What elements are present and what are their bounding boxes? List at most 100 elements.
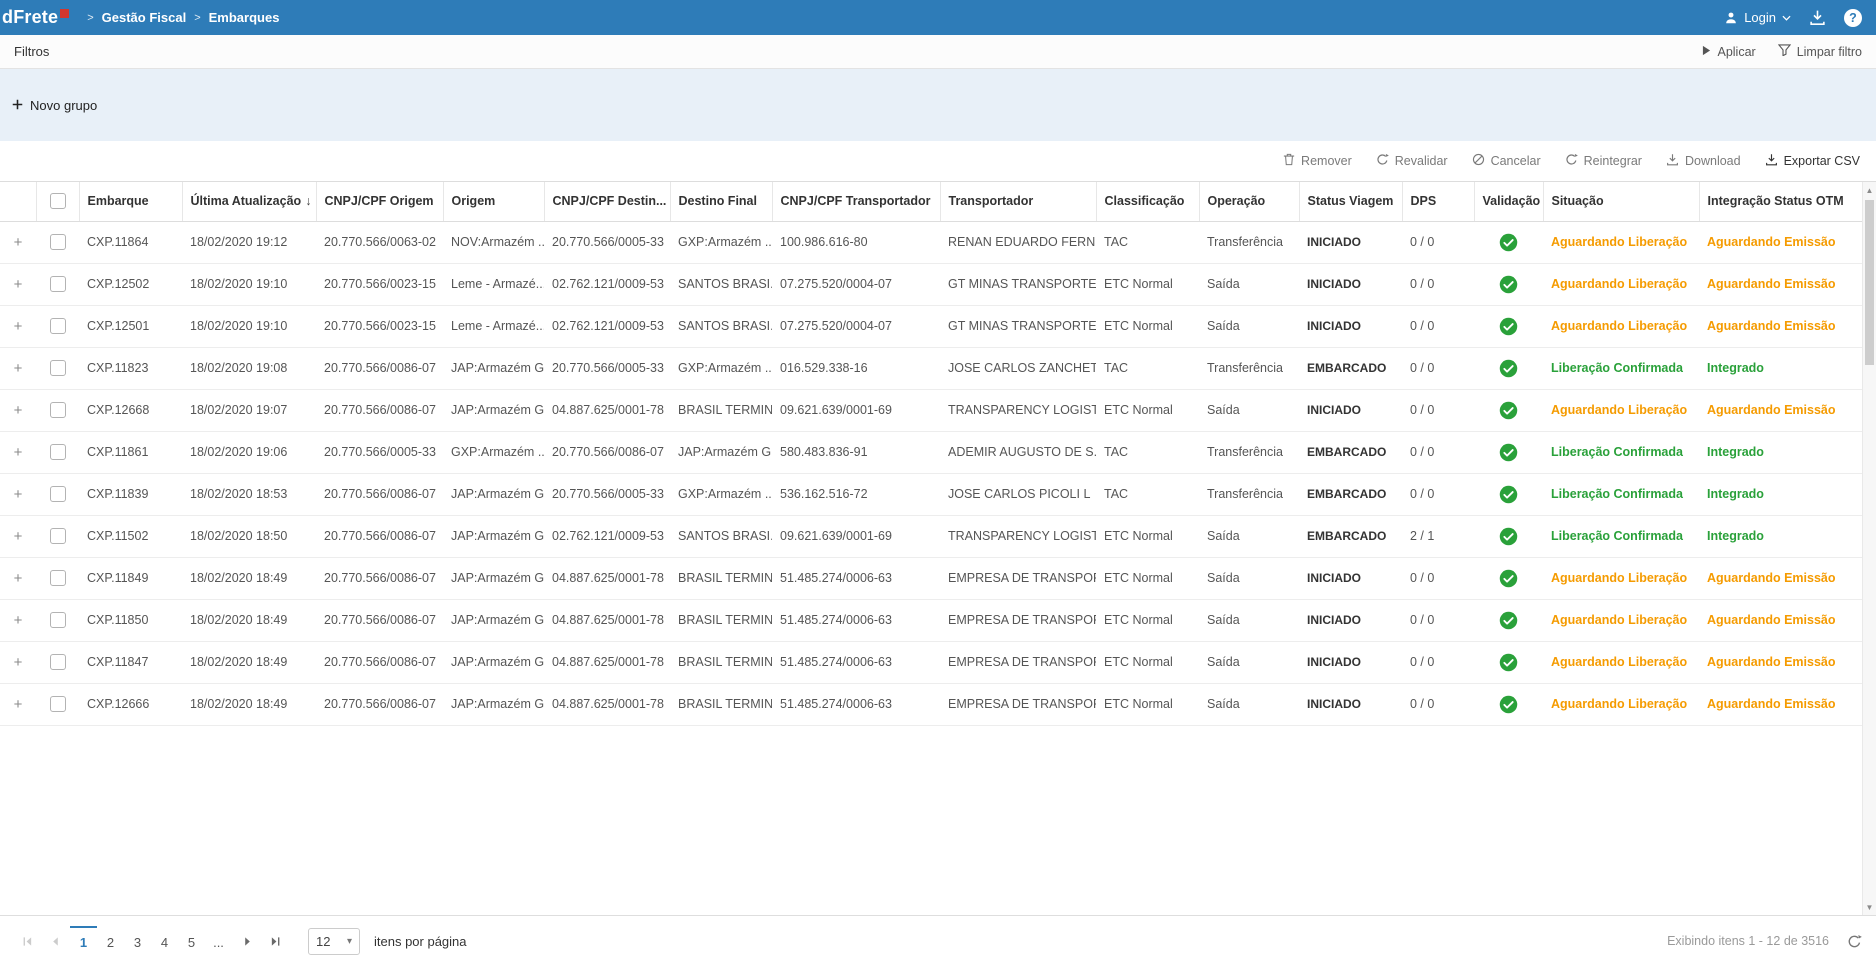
breadcrumb-item-embarques[interactable]: Embarques <box>209 10 280 25</box>
column-header-classificacao[interactable]: Classificação <box>1096 182 1199 221</box>
breadcrumb: >Gestão Fiscal>Embarques <box>79 10 279 25</box>
row-expand-button[interactable]: + <box>14 486 23 503</box>
toolbar-revalidar-button[interactable]: Revalidar <box>1376 153 1448 169</box>
pager-page-5[interactable]: 5 <box>178 926 205 956</box>
toolbar-reintegrar-button[interactable]: Reintegrar <box>1565 153 1642 169</box>
data-grid: EmbarqueÚltima Atualização↓CNPJ/CPF Orig… <box>0 181 1876 915</box>
cell-cnpj-transportador: 51.485.274/0006-63 <box>772 683 940 725</box>
page-size-select[interactable]: 12 ▾ <box>308 928 360 955</box>
apply-filter-label: Aplicar <box>1717 45 1755 59</box>
cell-cnpj-transportador: 580.483.836-91 <box>772 431 940 473</box>
logo-mark <box>60 9 69 18</box>
scrollbar-thumb[interactable] <box>1865 200 1874 365</box>
row-expand-button[interactable]: + <box>14 570 23 587</box>
cell-operacao: Saída <box>1199 515 1299 557</box>
row-checkbox[interactable] <box>50 612 66 628</box>
column-header-destino[interactable]: Destino Final <box>670 182 772 221</box>
row-expand-button[interactable]: + <box>14 444 23 461</box>
column-header-updated[interactable]: Última Atualização↓ <box>182 182 316 221</box>
row-checkbox[interactable] <box>50 234 66 250</box>
table-row: +CXP.1184918/02/2020 18:4920.770.566/008… <box>0 557 1862 599</box>
login-menu[interactable]: Login <box>1724 10 1791 25</box>
app-logo[interactable]: dFrete <box>0 7 69 28</box>
column-header-situacao[interactable]: Situação <box>1543 182 1699 221</box>
row-expand-button[interactable]: + <box>14 276 23 293</box>
column-header-operacao[interactable]: Operação <box>1199 182 1299 221</box>
refresh-icon[interactable] <box>1847 934 1862 949</box>
cell-operacao: Saída <box>1199 599 1299 641</box>
row-checkbox[interactable] <box>50 486 66 502</box>
table-row: +CXP.1186118/02/2020 19:0620.770.566/000… <box>0 431 1862 473</box>
column-header-integracao[interactable]: Integração Status OTM <box>1699 182 1862 221</box>
cell-dps: 0 / 0 <box>1402 347 1474 389</box>
row-expand-button[interactable]: + <box>14 528 23 545</box>
row-expand-button[interactable]: + <box>14 360 23 377</box>
help-icon[interactable]: ? <box>1844 9 1862 27</box>
new-group-button[interactable]: Novo grupo <box>12 98 97 113</box>
scroll-down-arrow[interactable]: ▼ <box>1863 900 1876 914</box>
column-header-validacao[interactable]: Validação <box>1474 182 1543 221</box>
row-expand-button[interactable]: + <box>14 318 23 335</box>
cell-status-viagem: INICIADO <box>1299 305 1402 347</box>
row-expand-button[interactable]: + <box>14 696 23 713</box>
clear-filter-button[interactable]: Limpar filtro <box>1778 44 1862 59</box>
column-header-status_viagem[interactable]: Status Viagem <box>1299 182 1402 221</box>
cell-cnpj-origem: 20.770.566/0086-07 <box>316 347 443 389</box>
pager-page-1[interactable]: 1 <box>70 926 97 956</box>
pager-next-button[interactable] <box>234 928 260 954</box>
pager-page-4[interactable]: 4 <box>151 926 178 956</box>
pager-last-button[interactable] <box>262 928 288 954</box>
select-all-checkbox[interactable] <box>50 193 66 209</box>
validation-success-icon <box>1499 276 1518 290</box>
cell-situacao: Aguardando Liberação <box>1543 389 1699 431</box>
apply-filter-button[interactable]: Aplicar <box>1702 45 1755 59</box>
cell-transportador: EMPRESA DE TRANSPOR... <box>940 641 1096 683</box>
row-checkbox[interactable] <box>50 318 66 334</box>
column-label: Operação <box>1208 194 1266 208</box>
pager-page-more[interactable]: ... <box>205 926 232 956</box>
toolbar-cancelar-button[interactable]: Cancelar <box>1472 153 1541 169</box>
row-checkbox[interactable] <box>50 360 66 376</box>
cell-cnpj-destino: 04.887.625/0001-78 <box>544 599 670 641</box>
cell-integracao-status-otm: Aguardando Emissão <box>1699 557 1862 599</box>
validation-success-icon <box>1499 402 1518 416</box>
cell-situacao: Liberação Confirmada <box>1543 431 1699 473</box>
cell-ultima-atualizacao: 18/02/2020 18:53 <box>182 473 316 515</box>
column-header-cnpj_destino[interactable]: CNPJ/CPF Destin... <box>544 182 670 221</box>
row-checkbox[interactable] <box>50 570 66 586</box>
pager-first-button[interactable] <box>14 928 40 954</box>
row-checkbox[interactable] <box>50 696 66 712</box>
row-expand-button[interactable]: + <box>14 234 23 251</box>
row-checkbox[interactable] <box>50 444 66 460</box>
cell-ultima-atualizacao: 18/02/2020 18:49 <box>182 599 316 641</box>
cell-origem: JAP:Armazém G... <box>443 347 544 389</box>
cell-cnpj-origem: 20.770.566/0063-02 <box>316 221 443 263</box>
row-checkbox[interactable] <box>50 402 66 418</box>
toolbar-download-button[interactable]: Download <box>1666 153 1741 169</box>
column-header-transportador[interactable]: Transportador <box>940 182 1096 221</box>
toolbar-exportar-csv-button[interactable]: Exportar CSV <box>1765 153 1860 169</box>
column-header-dps[interactable]: DPS <box>1402 182 1474 221</box>
row-checkbox[interactable] <box>50 654 66 670</box>
toolbar-remover-button[interactable]: Remover <box>1283 153 1352 169</box>
row-checkbox[interactable] <box>50 528 66 544</box>
column-header-embarque[interactable]: Embarque <box>79 182 182 221</box>
cell-dps: 0 / 0 <box>1402 263 1474 305</box>
download-icon[interactable] <box>1809 9 1826 26</box>
pager-prev-button[interactable] <box>42 928 68 954</box>
row-expand-button[interactable]: + <box>14 612 23 629</box>
breadcrumb-item-gestao-fiscal[interactable]: Gestão Fiscal <box>102 10 187 25</box>
column-label: CNPJ/CPF Transportador <box>781 194 931 208</box>
column-header-cnpj_origem[interactable]: CNPJ/CPF Origem <box>316 182 443 221</box>
row-expand-button[interactable]: + <box>14 402 23 419</box>
column-header-cnpj_transportador[interactable]: CNPJ/CPF Transportador <box>772 182 940 221</box>
row-checkbox[interactable] <box>50 276 66 292</box>
cell-destino-final: BRASIL TERMIN... <box>670 557 772 599</box>
cell-ultima-atualizacao: 18/02/2020 19:08 <box>182 347 316 389</box>
pager-page-2[interactable]: 2 <box>97 926 124 956</box>
row-expand-button[interactable]: + <box>14 654 23 671</box>
cell-cnpj-origem: 20.770.566/0005-33 <box>316 431 443 473</box>
pager-page-3[interactable]: 3 <box>124 926 151 956</box>
scroll-up-arrow[interactable]: ▲ <box>1863 183 1876 197</box>
column-header-origem[interactable]: Origem <box>443 182 544 221</box>
